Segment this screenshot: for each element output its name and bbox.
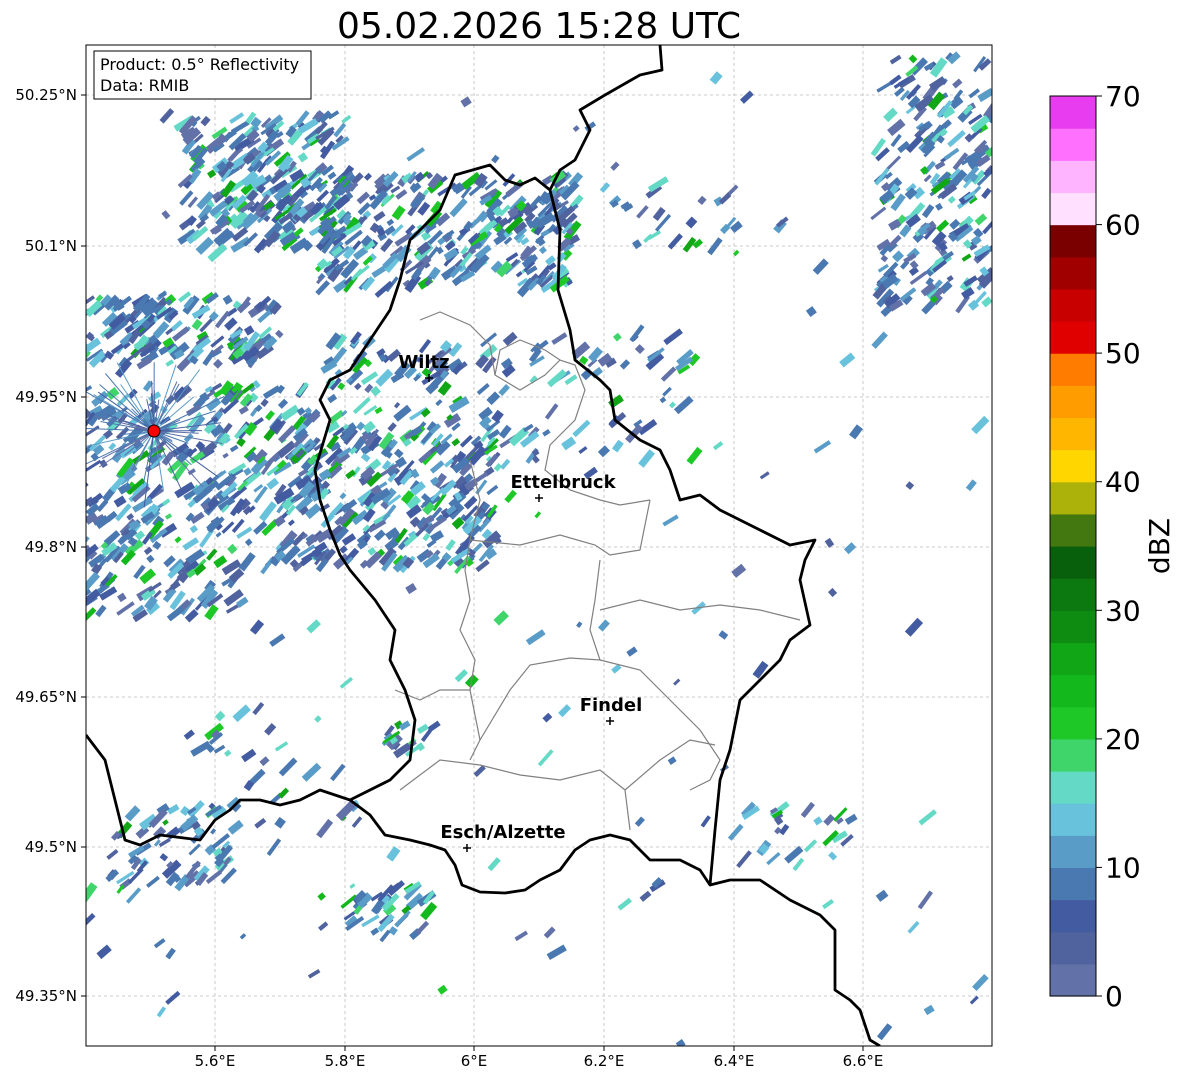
colorbar-segment <box>1050 289 1096 322</box>
colorbar-segment <box>1050 546 1096 579</box>
lat-label-49-5: 49.5°N <box>25 838 77 856</box>
colorbar-segment <box>1050 675 1096 708</box>
colorbar-segment <box>1050 225 1096 258</box>
colorbar-segment <box>1050 867 1096 900</box>
colorbar-segment <box>1050 128 1096 161</box>
city-label: Wiltz <box>398 352 449 373</box>
colorbar-segment <box>1050 900 1096 933</box>
colorbar-segment <box>1050 964 1096 997</box>
lat-label-49-65: 49.65°N <box>15 688 77 706</box>
lat-label-49-35: 49.35°N <box>15 987 77 1005</box>
lon-label-5-6: 5.6°E <box>195 1052 236 1070</box>
city-label: Ettelbruck <box>510 472 616 493</box>
city-label: Findel <box>580 695 643 716</box>
colorbar-segment <box>1050 514 1096 547</box>
info-product: Product: 0.5° Reflectivity <box>100 55 299 74</box>
radar-figure-canvas: 05.02.2026 15:28 UTC <box>0 0 1184 1081</box>
colorbar-segment <box>1050 321 1096 354</box>
lon-label-5-8: 5.8°E <box>325 1052 366 1070</box>
lon-label-6-0: 6°E <box>461 1052 488 1070</box>
colorbar-segment <box>1050 385 1096 418</box>
colorbar-tick-10: 10 <box>1105 851 1141 884</box>
lat-label-50-25: 50.25°N <box>15 86 77 104</box>
colorbar-segment <box>1050 642 1096 675</box>
longitude-labels: 5.6°E 5.8°E 6°E 6.2°E 6.4°E 6.6°E <box>195 1052 884 1070</box>
colorbar-tick-70: 70 <box>1105 80 1141 113</box>
colorbar-tick-50: 50 <box>1105 337 1141 370</box>
colorbar-segments <box>1050 96 1096 997</box>
lon-label-6-2: 6.2°E <box>584 1052 625 1070</box>
latitude-labels: 50.25°N 50.1°N 49.95°N 49.8°N 49.65°N 49… <box>15 86 77 1005</box>
colorbar-tick-60: 60 <box>1105 209 1141 242</box>
colorbar-segment <box>1050 450 1096 483</box>
colorbar-segment <box>1050 835 1096 868</box>
radar-site-marker <box>148 425 160 437</box>
colorbar-segment <box>1050 353 1096 386</box>
lon-label-6-6: 6.6°E <box>843 1052 884 1070</box>
colorbar-tick-0: 0 <box>1105 980 1123 1013</box>
colorbar-tick-20: 20 <box>1105 723 1141 756</box>
colorbar-segment <box>1050 803 1096 836</box>
colorbar-segment <box>1050 707 1096 740</box>
colorbar-label: dBZ <box>1143 518 1176 574</box>
lat-label-49-95: 49.95°N <box>15 388 77 406</box>
colorbar-segment <box>1050 739 1096 772</box>
colorbar-segment <box>1050 482 1096 515</box>
colorbar-segment <box>1050 771 1096 804</box>
figure-title: 05.02.2026 15:28 UTC <box>337 6 741 47</box>
colorbar-ticks: 0 10 20 30 40 50 60 70 <box>1096 80 1141 1013</box>
info-box: Product: 0.5° Reflectivity Data: RMIB <box>94 51 311 99</box>
colorbar-segment <box>1050 417 1096 450</box>
lon-label-6-4: 6.4°E <box>714 1052 755 1070</box>
city-label: Esch/Alzette <box>440 822 565 843</box>
colorbar-tick-40: 40 <box>1105 466 1141 499</box>
lat-label-50-1: 50.1°N <box>25 237 77 255</box>
colorbar-segment <box>1050 192 1096 225</box>
colorbar-segment <box>1050 257 1096 290</box>
colorbar-segment <box>1050 932 1096 965</box>
colorbar-segment <box>1050 578 1096 611</box>
colorbar: 0 10 20 30 40 50 60 70 dBZ <box>1050 80 1176 1013</box>
colorbar-segment <box>1050 610 1096 643</box>
colorbar-segment <box>1050 96 1096 129</box>
lat-label-49-8: 49.8°N <box>25 538 77 556</box>
colorbar-tick-30: 30 <box>1105 594 1141 627</box>
colorbar-segment <box>1050 160 1096 193</box>
info-source: Data: RMIB <box>100 76 189 95</box>
radar-figure: 05.02.2026 15:28 UTC <box>0 0 1184 1081</box>
